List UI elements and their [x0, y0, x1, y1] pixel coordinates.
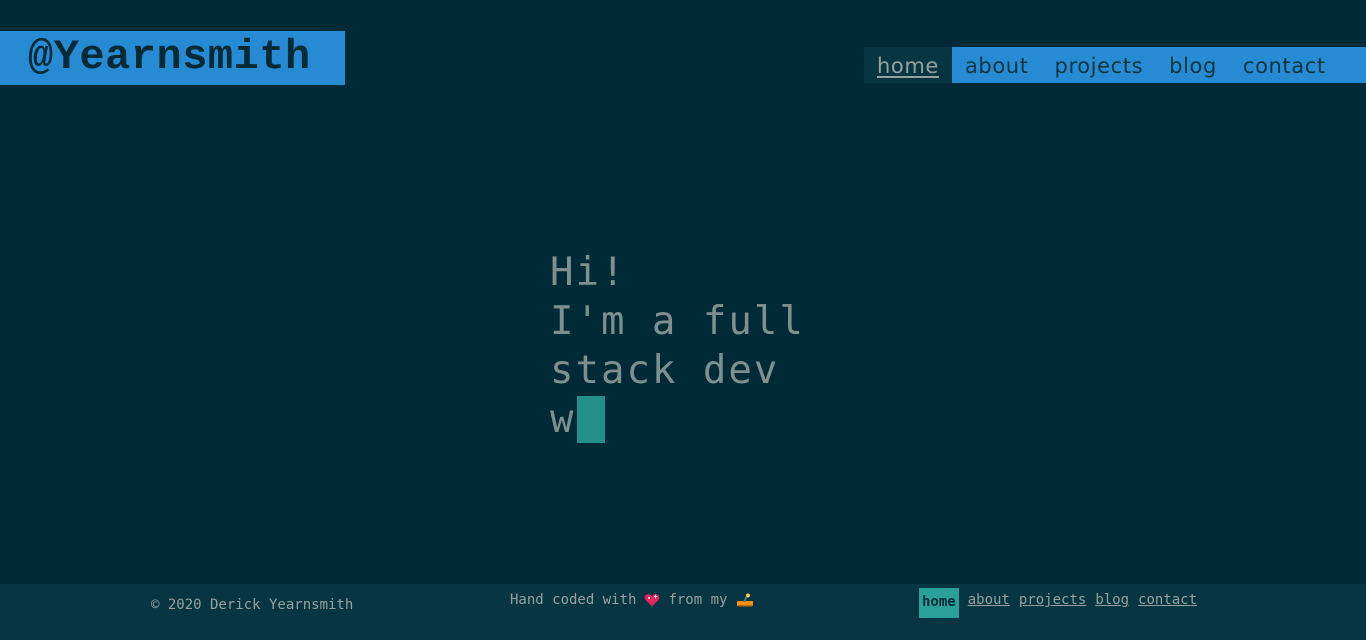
footer-nav-blog[interactable]: blog — [1095, 588, 1129, 612]
page: @Yearnsmith home about projects blog con… — [0, 0, 1366, 640]
hero-line-intro: I'm a full — [550, 299, 805, 344]
footer-nav: home about projects blog contact — [919, 588, 1206, 618]
sparkling-heart-icon — [644, 592, 660, 608]
footer: © 2020 Derick Yearnsmith Hand coded with… — [0, 584, 1366, 640]
brand-logo[interactable]: @Yearnsmith — [0, 31, 345, 85]
footer-nav-about[interactable]: about — [968, 588, 1010, 612]
hero-line-greeting: Hi! — [550, 250, 627, 295]
footer-nav-contact[interactable]: contact — [1138, 588, 1197, 612]
hero-line-typing: w — [550, 395, 805, 444]
nav-item-blog[interactable]: blog — [1156, 47, 1230, 83]
hero-typewriter: Hi! I'm a full stack dev w — [550, 248, 805, 444]
top-nav: home about projects blog contact — [864, 47, 1366, 83]
nav-item-about[interactable]: about — [951, 47, 1042, 83]
copyright-text: © 2020 Derick Yearnsmith — [151, 597, 354, 613]
typing-cursor — [577, 396, 606, 443]
hero-line-role: stack dev — [550, 348, 780, 393]
hand-coded-note: Hand coded with from my — [510, 592, 754, 608]
nav-item-home[interactable]: home — [864, 47, 952, 83]
laptop-icon — [736, 592, 754, 608]
footer-nav-home[interactable]: home — [919, 588, 959, 618]
hero-typed-text: w — [550, 397, 576, 442]
nav-item-projects[interactable]: projects — [1041, 47, 1157, 83]
footer-nav-projects[interactable]: projects — [1019, 588, 1086, 612]
brand-handle[interactable]: @Yearnsmith — [28, 34, 311, 80]
hand-coded-middle: from my — [668, 592, 728, 608]
hand-coded-prefix: Hand coded with — [510, 592, 637, 608]
nav-item-contact[interactable]: contact — [1229, 47, 1366, 83]
